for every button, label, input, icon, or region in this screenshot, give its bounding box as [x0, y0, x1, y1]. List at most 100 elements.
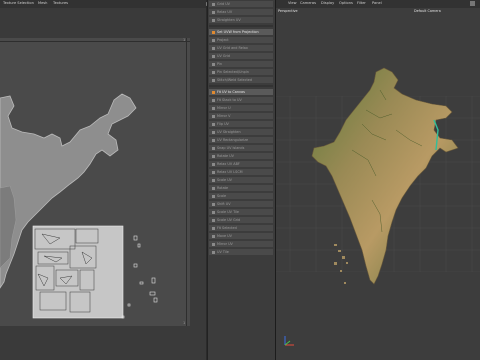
tool-icon — [212, 2, 215, 6]
tool-label: Move UV — [217, 234, 232, 238]
tool-icon — [212, 250, 215, 254]
tool-label: UV Straighten — [217, 130, 241, 134]
menu-mesh[interactable]: Mesh — [38, 1, 47, 5]
tool-item[interactable]: UV Grid — [209, 53, 273, 60]
uv-small-islands — [121, 235, 158, 319]
tool-item[interactable]: UV Grid and Relax — [209, 45, 273, 52]
tool-label: Rotate — [217, 186, 229, 190]
tool-label: Relax UV ABF — [217, 162, 240, 166]
tool-item[interactable]: Fit Stack to UV — [209, 97, 273, 104]
tool-icon — [212, 146, 215, 150]
tool-label: Mirror V — [217, 114, 231, 118]
tool-item[interactable]: Move UV — [209, 233, 273, 240]
tool-label: Scale UV Tile — [217, 210, 240, 214]
tool-item[interactable]: Flip UV — [209, 121, 273, 128]
viewport-islands — [334, 244, 348, 284]
tool-item[interactable]: Relax UV LSCM — [209, 169, 273, 176]
tool-icon — [212, 54, 215, 58]
tool-label: Straighten UV — [217, 18, 241, 22]
tool-item[interactable]: Scale UV — [209, 177, 273, 184]
tool-item[interactable]: Project — [209, 37, 273, 44]
tool-label: Pin — [217, 62, 223, 66]
tool-item[interactable]: Scale — [209, 193, 273, 200]
tool-item[interactable]: Grid UV — [209, 1, 273, 8]
tool-item[interactable]: Set UVW from Projection — [209, 29, 273, 36]
tool-label: UV Rectangularize — [217, 138, 249, 142]
tool-icon — [212, 114, 215, 118]
tool-icon — [212, 194, 215, 198]
uv-status-area — [0, 326, 206, 360]
tool-icon — [212, 162, 215, 166]
tool-item[interactable]: Relax UV — [209, 9, 273, 16]
tool-separator — [209, 25, 273, 28]
tool-icon — [212, 70, 215, 74]
tool-label: UV Grid and Relax — [217, 46, 248, 50]
tool-label: Relax UV — [217, 10, 233, 14]
tool-item[interactable]: UV Straighten — [209, 129, 273, 136]
menu-textures[interactable]: Textures — [53, 1, 68, 5]
tool-icon — [212, 106, 215, 110]
axis-gizmo — [284, 336, 294, 346]
tool-item[interactable]: Scale UV Grid — [209, 217, 273, 224]
tool-item[interactable]: Shift UV — [209, 201, 273, 208]
tool-label: Mirror U — [217, 106, 231, 110]
tool-item[interactable]: UV Rectangularize — [209, 137, 273, 144]
tool-item[interactable]: Scale UV Tile — [209, 209, 273, 216]
tool-item[interactable]: Pin Selected/Unpin — [209, 69, 273, 76]
tool-label: Scale UV — [217, 178, 233, 182]
tool-label: Scale UV Grid — [217, 218, 241, 222]
tool-item[interactable]: Mirror V — [209, 113, 273, 120]
tool-item[interactable]: Fit Selected — [209, 225, 273, 232]
india-landmass — [311, 67, 459, 285]
tool-label: Fit UV to Canvas — [217, 90, 245, 94]
tool-label: UV Grid — [217, 54, 230, 58]
viewport-3d[interactable]: View Cameras Display Options Filter Pane… — [275, 0, 480, 360]
tool-label: Set UVW from Projection — [217, 30, 259, 34]
tool-icon — [212, 218, 215, 222]
tool-item[interactable]: Rotate UV — [209, 153, 273, 160]
tool-icon — [212, 154, 215, 158]
tool-label: Scale — [217, 194, 227, 198]
tool-item[interactable]: Stitch/Weld Selected — [209, 77, 273, 84]
tool-item[interactable]: Mirror U — [209, 105, 273, 112]
tool-label: Flip UV — [217, 122, 229, 126]
tool-item[interactable]: UV Tile — [209, 249, 273, 256]
tool-label: Shift UV — [217, 202, 231, 206]
tool-icon — [212, 226, 215, 230]
menu-texture-selection[interactable]: Texture Selection — [3, 1, 34, 5]
tool-label: Fit Selected — [217, 226, 237, 230]
tool-label: Mirror UV — [217, 242, 233, 246]
uv-tool-panel: Grid UV Relax UV Straighten UV Set UVW from… — [207, 0, 275, 360]
uv-menubar: Texture Selection Mesh Textures — [0, 0, 210, 8]
tool-icon — [212, 202, 215, 206]
tool-icon — [212, 130, 215, 134]
tool-item[interactable]: Snap UV Islands — [209, 145, 273, 152]
tool-icon — [212, 234, 215, 238]
tool-icon — [212, 30, 215, 34]
tool-label: Grid UV — [217, 2, 230, 6]
tool-label: Stitch/Weld Selected — [217, 78, 253, 82]
tool-icon — [212, 178, 215, 182]
tool-label: Relax UV LSCM — [217, 170, 243, 174]
tool-icon — [212, 38, 215, 42]
tool-label: Pin Selected/Unpin — [217, 70, 249, 74]
tool-label: Snap UV Islands — [217, 146, 245, 150]
uv-canvas[interactable]: 1 1 — [0, 38, 190, 326]
india-terrain-model[interactable] — [276, 0, 480, 360]
tool-item[interactable]: Pin — [209, 61, 273, 68]
tool-item[interactable]: Straighten UV — [209, 17, 273, 24]
tool-icon — [212, 62, 215, 66]
tool-item[interactable]: Mirror UV — [209, 241, 273, 248]
tool-icon — [212, 210, 215, 214]
tool-separator — [209, 85, 273, 88]
tool-icon — [212, 90, 215, 94]
tool-icon — [212, 186, 215, 190]
tool-icon — [212, 10, 215, 14]
tool-label: Fit Stack to UV — [217, 98, 242, 102]
tool-item[interactable]: Fit UV to Canvas — [209, 89, 273, 96]
tool-label: UV Tile — [217, 250, 229, 254]
tool-icon — [212, 18, 215, 22]
tool-icon — [212, 242, 215, 246]
tool-item[interactable]: Relax UV ABF — [209, 161, 273, 168]
tool-item[interactable]: Rotate — [209, 185, 273, 192]
